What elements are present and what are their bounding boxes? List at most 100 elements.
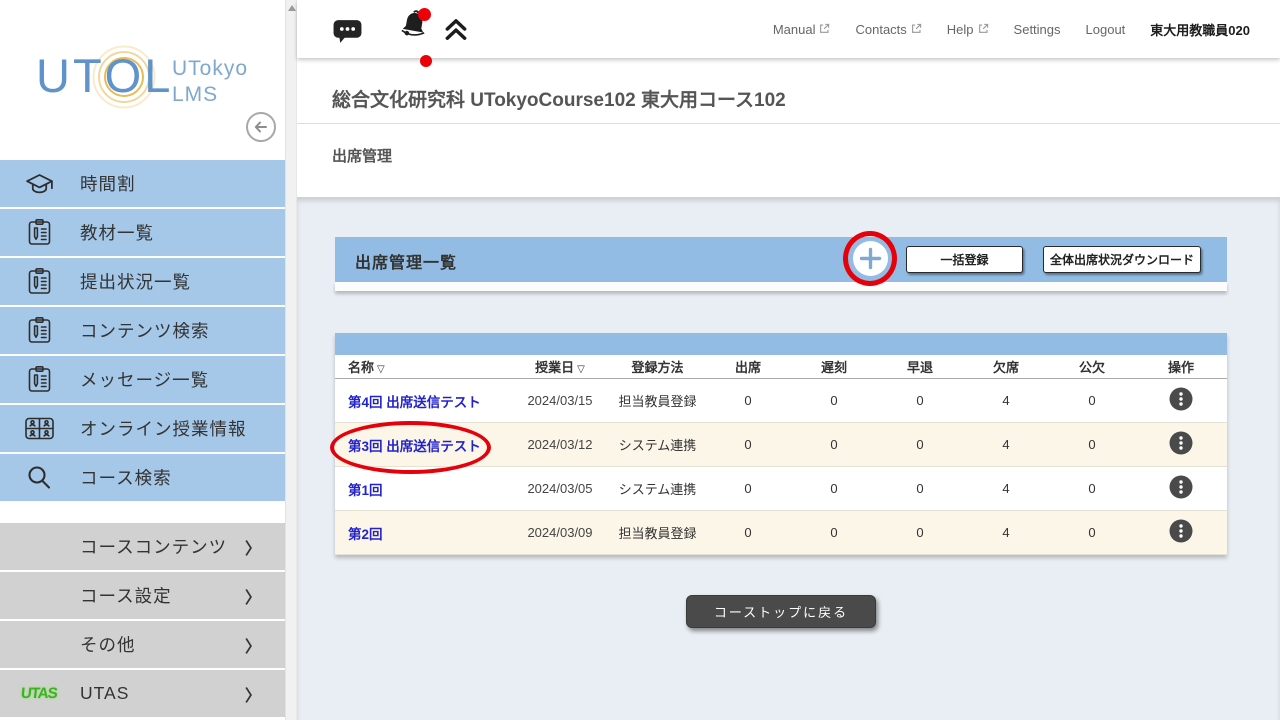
sort-triangle-icon[interactable]: ▽ [377,364,385,375]
cell-actions [1135,431,1227,458]
sidebar-item-1[interactable]: 教材一覧 [0,209,285,256]
chevron-right-icon: 〉 [245,535,261,559]
arrow-left-circle-icon [245,131,277,146]
add-attendance-button[interactable] [852,240,889,277]
cell-count-0: 0 [705,393,791,408]
sidebar-collapse-button[interactable] [245,111,277,143]
row-actions-button[interactable] [1169,387,1193,414]
sidebar-item-6[interactable]: コース検索 [0,454,285,501]
cell-count-4: 0 [1049,525,1135,540]
topbar: Manual Contacts Help Settings Logout 東大用教職員0… [297,0,1280,58]
column-header-6: 欠席 [963,357,1049,376]
sidebar-item-label: メッセージ一覧 [80,367,209,392]
sidebar-group-0[interactable]: コースコンテンツ〉 [0,523,285,570]
bulk-register-button[interactable]: 一括登録 [906,246,1023,273]
page-title: 出席管理 [332,145,392,166]
cell-name: 第2回 [335,523,510,543]
sidebar-group-2[interactable]: その他〉 [0,621,285,668]
download-all-attendance-button[interactable]: 全体出席状況ダウンロード [1043,246,1201,273]
attendance-table: 名称▽授業日▽登録方法出席遅刻早退欠席公欠操作 第4回 出席送信テスト2024/… [335,333,1227,555]
sidebar-group-label: UTAS [80,683,129,704]
logo-o-rings: O [105,48,145,103]
cell-count-4: 0 [1049,393,1135,408]
column-header-0[interactable]: 名称▽ [335,357,510,376]
back-to-course-top-button[interactable]: コーストップに戻る [686,595,876,628]
external-link-icon [911,22,922,37]
logo-subtitle-lms: LMS [172,82,248,108]
chevron-right-icon: 〉 [245,682,261,706]
search-icon [20,464,58,491]
cell-registration-method: システム連携 [610,479,705,498]
course-title-bar: 総合文化研究科 UTokyoCourse102 東大用コース102 [297,58,1280,124]
sidebar-item-0[interactable]: 時間割 [0,160,285,207]
column-label: 操作 [1168,360,1194,375]
sidebar-item-2[interactable]: 提出状況一覧 [0,258,285,305]
row-actions-button[interactable] [1169,519,1193,546]
chevron-right-icon: 〉 [245,633,261,657]
attendance-session-link[interactable]: 第2回 [348,527,383,542]
topbar-link-contacts[interactable]: Contacts [855,22,921,37]
sidebar-group-3[interactable]: UTAS UTAS 〉 [0,670,285,717]
cell-count-0: 0 [705,437,791,452]
cell-count-0: 0 [705,525,791,540]
column-label: 遅刻 [821,360,847,375]
cell-count-2: 0 [877,481,963,496]
topbar-link-label: Manual [773,22,816,37]
clipboard-icon [20,365,58,394]
sidebar-item-3[interactable]: コンテンツ検索 [0,307,285,354]
messages-button[interactable] [332,17,363,47]
cell-name: 第3回 出席送信テスト [335,435,510,455]
notification-badge [418,8,431,21]
cell-registration-method: 担当教員登録 [610,523,705,542]
sidebar-item-4[interactable]: メッセージ一覧 [0,356,285,403]
column-label: 授業日 [535,360,574,375]
chat-bubble-icon [332,32,363,47]
sidebar-item-label: 提出状況一覧 [80,269,191,294]
column-label: 早退 [907,360,933,375]
cell-actions [1135,519,1227,546]
cell-class-date: 2024/03/09 [510,525,610,540]
clipboard-icon [20,316,58,345]
row-actions-button[interactable] [1169,475,1193,502]
cell-count-2: 0 [877,437,963,452]
chevron-double-up-icon [443,29,469,44]
username-label: 東大用教職員020 [1150,20,1250,39]
cell-count-1: 0 [791,437,877,452]
column-header-5: 早退 [877,357,963,376]
cell-class-date: 2024/03/05 [510,481,610,496]
table-body: 第4回 出席送信テスト2024/03/15担当教員登録00040第3回 出席送信… [335,379,1227,555]
sidebar-item-label: オンライン授業情報 [80,416,247,441]
cell-count-3: 4 [963,437,1049,452]
column-label: 公欠 [1079,360,1105,375]
attendance-session-link[interactable]: 第3回 出席送信テスト [348,439,481,454]
topbar-link-logout[interactable]: Logout [1086,22,1126,37]
cell-count-3: 4 [963,481,1049,496]
panel-title: 出席管理一覧 [355,249,457,273]
row-actions-button[interactable] [1169,431,1193,458]
attendance-session-link[interactable]: 第4回 出席送信テスト [348,395,481,410]
cell-count-3: 4 [963,393,1049,408]
collapse-topbar-button[interactable] [443,17,469,44]
section-title-bar: 出席管理 [297,124,1280,197]
content-area: 出席管理一覧 一括登録 全体出席状況ダウンロード 名称▽授業日▽登録方法出席遅刻… [297,197,1280,720]
dots-vertical-icon [1169,387,1193,414]
graduation-cap-icon [20,171,58,197]
scroll-up-icon[interactable] [288,5,296,11]
attendance-session-link[interactable]: 第1回 [348,483,383,498]
column-header-1[interactable]: 授業日▽ [510,357,610,376]
sidebar-scrollbar[interactable] [285,0,297,720]
topbar-links: Manual Contacts Help Settings Logout 東大用教職員0… [773,0,1250,58]
column-header-2: 登録方法 [610,357,705,376]
sidebar-group-1[interactable]: コース設定〉 [0,572,285,619]
topbar-link-manual[interactable]: Manual [773,22,831,37]
sidebar-main-menu: 時間割教材一覧提出状況一覧コンテンツ検索メッセージ一覧オンライン授業情報コース検… [0,160,285,503]
cell-count-0: 0 [705,481,791,496]
course-title: 総合文化研究科 UTokyoCourse102 東大用コース102 [332,85,786,112]
utas-icon: UTAS [20,685,58,702]
sidebar-item-5[interactable]: オンライン授業情報 [0,405,285,452]
cell-count-3: 4 [963,525,1049,540]
topbar-link-help[interactable]: Help [947,22,989,37]
column-header-7: 公欠 [1049,357,1135,376]
sort-triangle-icon[interactable]: ▽ [577,364,585,375]
topbar-link-settings[interactable]: Settings [1014,22,1061,37]
